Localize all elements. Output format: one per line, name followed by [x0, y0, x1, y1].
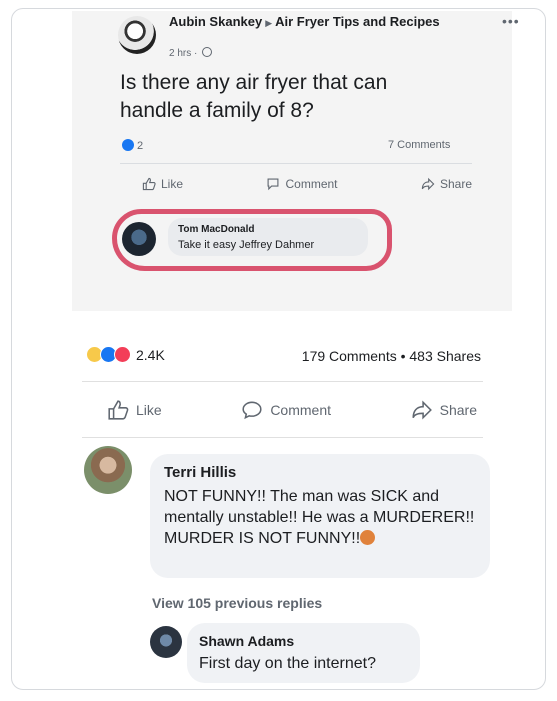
divider — [120, 163, 472, 164]
post-text: Is there any air fryer that can handle a… — [120, 71, 388, 122]
group-name[interactable]: Air Fryer Tips and Recipes — [275, 14, 440, 29]
reaction-count: 2 — [137, 140, 144, 152]
globe-icon — [202, 47, 213, 57]
reply-avatar[interactable] — [150, 626, 182, 658]
like-reaction-icon — [122, 139, 134, 151]
action-bar-bottom: Like Comment Share — [107, 399, 477, 421]
love-reaction-icon — [114, 346, 131, 363]
share-button[interactable]: Share — [411, 399, 477, 421]
comment-text: Take it easy Jeffrey Dahmer — [178, 239, 315, 251]
commenter-avatar[interactable] — [84, 446, 132, 494]
reply-name[interactable]: Shawn Adams — [199, 633, 294, 649]
share-button[interactable]: Share — [421, 177, 472, 191]
reaction-summary-bottom[interactable]: 2.4K — [86, 346, 165, 363]
comment-count[interactable]: 7 Comments — [388, 139, 450, 151]
comment-text: NOT FUNNY!! The man was SICK and mentall… — [164, 486, 482, 549]
comment-button[interactable]: Comment — [266, 177, 338, 191]
comment-bubble: Tom MacDonald Take it easy Jeffrey Dahme… — [168, 218, 368, 256]
like-button[interactable]: Like — [107, 399, 162, 421]
comment-label: Comment — [270, 402, 331, 418]
share-icon — [411, 399, 433, 421]
reaction-count-bottom: 2.4K — [136, 346, 165, 363]
view-previous-replies-link[interactable]: View 105 previous replies — [152, 595, 322, 611]
angry-emoji-icon — [360, 530, 376, 545]
inner-screenshot: Aubin Skankey ▶ Air Fryer Tips and Recipes… — [72, 11, 519, 311]
like-button[interactable]: Like — [142, 177, 183, 191]
more-icon[interactable]: ••• — [502, 13, 520, 29]
commenter-avatar[interactable] — [122, 222, 156, 256]
arrow-right-icon: ▶ — [265, 18, 273, 28]
like-icon — [107, 399, 129, 421]
post-time: 2 hrs — [169, 48, 192, 59]
like-icon — [142, 177, 156, 191]
reply-bubble: Shawn Adams First day on the internet? — [187, 623, 420, 683]
divider — [82, 437, 483, 438]
tweet-image-card: Aubin Skankey ▶ Air Fryer Tips and Recipes… — [11, 8, 546, 690]
comment-text-body: NOT FUNNY!! The man was SICK and mentall… — [164, 488, 475, 547]
author-line: Aubin Skankey ▶ Air Fryer Tips and Recipes — [169, 14, 499, 31]
share-label: Share — [439, 402, 477, 418]
comment-icon — [266, 177, 280, 191]
like-label: Like — [161, 177, 184, 191]
like-label: Like — [136, 402, 162, 418]
author-avatar[interactable] — [118, 16, 156, 54]
comment-icon — [241, 399, 263, 421]
comment-label: Comment — [285, 177, 338, 191]
divider — [82, 381, 483, 382]
reaction-summary[interactable]: 2 — [122, 139, 143, 152]
commenter-name[interactable]: Terri Hillis — [164, 464, 236, 481]
action-bar: Like Comment Share — [142, 177, 472, 191]
comment-bubble: Terri Hillis NOT FUNNY!! The man was SIC… — [150, 454, 490, 578]
reply-text: First day on the internet? — [199, 655, 376, 672]
comment-share-counts[interactable]: 179 Comments • 483 Shares — [302, 348, 481, 364]
share-label: Share — [439, 177, 472, 191]
author-name[interactable]: Aubin Skankey — [169, 14, 262, 29]
share-icon — [421, 177, 435, 191]
post-meta: 2 hrs · — [169, 47, 213, 59]
commenter-name[interactable]: Tom MacDonald — [178, 224, 254, 235]
comment-button[interactable]: Comment — [241, 399, 331, 421]
